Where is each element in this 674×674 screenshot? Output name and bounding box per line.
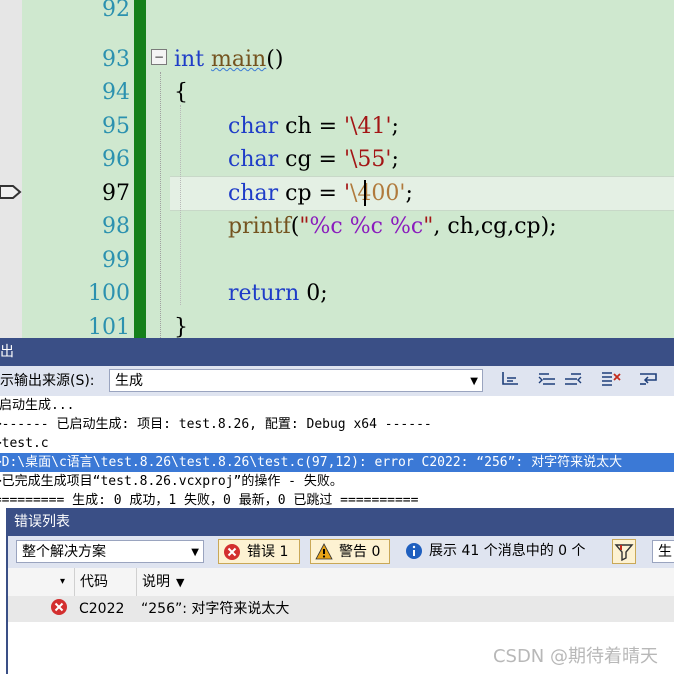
code-token: 0; [299,281,328,306]
column-header-description[interactable]: 说明 ▼ [136,568,184,596]
scope-value: 整个解决方案 [22,544,106,560]
current-statement-arrow-icon [0,184,22,204]
line-number: 94 [102,80,130,105]
char-literal-token: '\41' [344,114,392,139]
text-caret [364,180,366,206]
messages-filter-button[interactable]: 展示 41 个消息中的 0 个 [405,539,586,564]
word-wrap-icon[interactable] [638,370,660,392]
code-token: ; [391,147,399,172]
chevron-down-icon: ▼ [470,376,478,387]
char-literal-token: '\55' [343,147,392,172]
error-list-title: 错误列表 [8,508,674,536]
code-line-97[interactable]: char cp = '\400'; [228,177,413,210]
code-line-100[interactable]: return 0; [228,277,328,310]
errors-filter-button[interactable]: 错误 1 [218,539,300,564]
output-source-label: 显示输出来源(S): [0,366,95,396]
info-icon [405,542,423,569]
sort-icon[interactable]: ▾ [60,568,65,596]
watermark: CSDN @期待着晴天 [492,646,658,667]
code-line-94[interactable]: { [174,76,188,109]
line-number-current: 97 [102,181,130,206]
code-line-96[interactable]: char cg = '\55'; [228,143,399,176]
code-editor[interactable]: 92 93 94 95 96 97 98 99 100 101 − int ma… [0,0,674,338]
format-specifier-token: %c [389,214,424,239]
output-title-text: 输出 [0,344,14,360]
keyword-token: char [228,181,279,206]
code-line-101[interactable]: } [174,311,188,338]
sort-descending-icon: ▼ [176,576,185,589]
keyword-token: int [174,47,205,72]
string-token [383,214,390,239]
filter-icon[interactable] [612,539,636,564]
code-token: ; [405,181,413,206]
error-icon [50,598,68,624]
goto-previous-message-icon[interactable] [499,370,521,392]
change-tracking-bar [134,0,146,338]
function-name-token: main [211,47,267,72]
code-line-93[interactable]: int main() [174,43,283,76]
output-source-label-text: 显示输出来源(S): [0,373,95,389]
line-number: 95 [102,114,130,139]
column-header-description-label: 说明 [142,574,170,590]
code-token: cg = [278,147,344,172]
output-panel-title: 输出 [0,338,674,366]
output-text-area[interactable]: 已启动生成... 1>------ 已启动生成: 项目: test.8.26, … [0,396,674,511]
code-token: ; [391,114,399,139]
format-specifier-token: %c [349,214,383,239]
column-header-code[interactable]: 代码 [74,568,108,596]
code-token: , ch,cg,cp); [433,214,557,239]
string-token [343,214,350,239]
messages-filter-label: 展示 41 个消息中的 0 个 [429,543,586,559]
collapse-toggle-icon[interactable]: − [151,49,167,65]
error-code-cell: C2022 [79,601,125,617]
warning-icon [315,543,333,570]
indent-guide [160,72,161,338]
code-token: ch = [278,114,345,139]
find-next-icon[interactable] [562,370,584,392]
keyword-token: return [228,281,300,306]
error-description-cell: “256”: 对字符来说太大 [141,601,290,617]
code-line-95[interactable]: char ch = '\41'; [228,110,399,143]
output-source-select[interactable]: 生成 ▼ [109,369,483,392]
output-line-selected[interactable]: 1>D:\桌面\c语言\test.8.26\test.8.26\test.c(9… [0,453,674,472]
output-source-value: 生成 [115,373,143,389]
line-number: 98 [102,214,130,239]
function-name-token: printf [228,214,291,239]
output-line: 已启动生成... [0,398,75,413]
output-line: 1>------ 已启动生成: 项目: test.8.26, 配置: Debug… [0,417,432,432]
char-literal-token: \400' [350,181,406,206]
code-token: cp = [278,181,344,206]
indent-guide [180,105,181,305]
errors-filter-label: 错误 1 [247,544,289,560]
line-number: 96 [102,147,130,172]
line-number-gutter: 92 93 94 95 96 97 98 99 100 101 [22,0,130,338]
keyword-token: char [228,147,279,172]
keyword-token: char [228,114,279,139]
warnings-filter-label: 警告 0 [339,544,381,560]
output-line: 1>已完成生成项目“test.8.26.vcxproj”的操作 - 失败。 [0,474,343,489]
warnings-filter-button[interactable]: 警告 0 [310,539,390,564]
clear-all-icon[interactable] [600,370,622,392]
find-previous-icon[interactable] [536,370,558,392]
code-line-98[interactable]: printf("%c %c %c", ch,cg,cp); [228,210,557,243]
format-specifier-token: %c [309,214,343,239]
chevron-down-icon: ▼ [191,547,199,558]
line-number: 99 [102,248,130,273]
line-number: 93 [102,47,130,72]
string-token: " [299,214,310,239]
error-icon [223,543,241,570]
code-token: () [266,47,284,72]
editor-margin [0,0,22,338]
output-line: 1>test.c [0,436,49,451]
line-number: 101 [88,315,130,338]
line-number: 92 [102,0,130,22]
string-token: " [423,214,434,239]
scope-select[interactable]: 整个解决方案 ▼ [16,540,204,563]
line-number: 100 [88,281,130,306]
build-filter-select[interactable]: 生 [652,540,674,563]
